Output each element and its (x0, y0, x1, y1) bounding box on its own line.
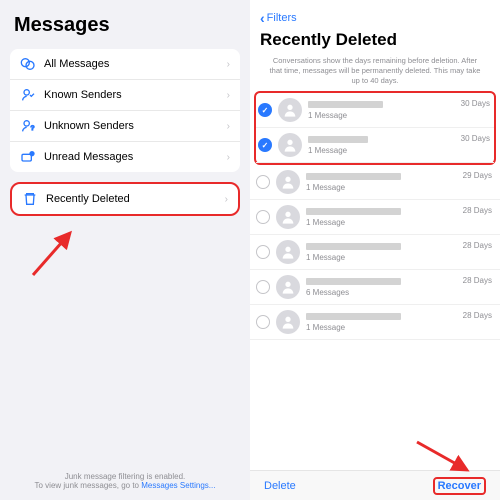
contact-name-redacted (306, 278, 401, 285)
checkbox-unchecked-icon[interactable] (256, 280, 270, 294)
recover-button[interactable]: Recover (433, 477, 486, 495)
checkbox-unchecked-icon[interactable] (256, 175, 270, 189)
chevron-right-icon: › (225, 194, 228, 205)
conversation-row[interactable]: 1 Message 28 Days (250, 200, 500, 235)
chevron-right-icon: › (227, 59, 230, 70)
days-remaining: 28 Days (463, 241, 492, 250)
message-count: 1 Message (306, 183, 463, 192)
avatar (278, 133, 302, 157)
conversation-row[interactable]: 6 Messages 28 Days (250, 270, 500, 305)
checkbox-unchecked-icon[interactable] (256, 315, 270, 329)
filter-label: Known Senders (44, 89, 227, 101)
days-remaining: 28 Days (463, 276, 492, 285)
contact-name-redacted (306, 173, 401, 180)
contact-name-redacted (306, 208, 401, 215)
svg-text:?: ? (31, 125, 35, 132)
recently-deleted-panel: ‹ Filters Recently Deleted Conversations… (250, 0, 500, 500)
page-title: Recently Deleted (250, 26, 500, 56)
conversation-row[interactable]: 1 Message 28 Days (250, 235, 500, 270)
checkbox-checked-icon[interactable] (258, 103, 272, 117)
avatar (278, 98, 302, 122)
filter-unknown-senders[interactable]: ? Unknown Senders › (10, 111, 240, 142)
filter-recently-deleted[interactable]: Recently Deleted › (12, 184, 238, 214)
chevron-right-icon: › (227, 121, 230, 132)
avatar (276, 275, 300, 299)
delete-button[interactable]: Delete (264, 480, 296, 492)
contact-name-redacted (306, 313, 401, 320)
unread-badge-icon (20, 149, 36, 165)
conversation-row[interactable]: 1 Message 28 Days (250, 305, 500, 340)
filter-label: Recently Deleted (46, 193, 225, 205)
annotation-arrow-icon (28, 225, 88, 285)
chevron-right-icon: › (227, 152, 230, 163)
conversation-row[interactable]: 1 Message 30 Days (256, 128, 494, 163)
filters-list: All Messages › Known Senders › ? Unknown… (10, 49, 240, 172)
filter-label: Unread Messages (44, 151, 227, 163)
checkbox-unchecked-icon[interactable] (256, 245, 270, 259)
message-count: 1 Message (306, 323, 463, 332)
person-question-icon: ? (20, 118, 36, 134)
trash-icon (22, 191, 38, 207)
highlighted-selection: 1 Message 30 Days 1 Message 30 Days (254, 91, 496, 165)
contact-name-redacted (308, 101, 383, 108)
message-count: 1 Message (308, 146, 461, 155)
messages-filters-panel: Messages All Messages › Known Senders › … (0, 0, 250, 500)
person-check-icon (20, 87, 36, 103)
recently-deleted-card: Recently Deleted › (10, 182, 240, 216)
back-button[interactable]: ‹ Filters (250, 0, 500, 26)
filter-label: Unknown Senders (44, 120, 227, 132)
chevron-right-icon: › (227, 90, 230, 101)
checkbox-unchecked-icon[interactable] (256, 210, 270, 224)
description-text: Conversations show the days remaining be… (250, 56, 500, 91)
filter-known-senders[interactable]: Known Senders › (10, 80, 240, 111)
message-count: 1 Message (308, 111, 461, 120)
avatar (276, 170, 300, 194)
days-remaining: 28 Days (463, 206, 492, 215)
conversation-row[interactable]: 1 Message 30 Days (256, 93, 494, 128)
chat-bubble-icon (20, 56, 36, 72)
days-remaining: 30 Days (461, 134, 490, 143)
checkbox-checked-icon[interactable] (258, 138, 272, 152)
filter-all-messages[interactable]: All Messages › (10, 49, 240, 80)
page-title: Messages (10, 8, 240, 49)
avatar (276, 310, 300, 334)
message-count: 1 Message (306, 218, 463, 227)
filter-unread-messages[interactable]: Unread Messages › (10, 142, 240, 172)
avatar (276, 205, 300, 229)
conversation-row[interactable]: 1 Message 29 Days (250, 165, 500, 200)
footer-note: Junk message filtering is enabled. To vi… (0, 472, 250, 490)
contact-name-redacted (308, 136, 368, 143)
days-remaining: 29 Days (463, 171, 492, 180)
message-count: 6 Messages (306, 288, 463, 297)
avatar (276, 240, 300, 264)
bottom-toolbar: Delete Recover (250, 470, 500, 500)
days-remaining: 28 Days (463, 311, 492, 320)
days-remaining: 30 Days (461, 99, 490, 108)
conversation-list: 1 Message 30 Days 1 Message 30 Days (250, 91, 500, 340)
contact-name-redacted (306, 243, 401, 250)
chevron-left-icon: ‹ (260, 10, 265, 26)
message-count: 1 Message (306, 253, 463, 262)
messages-settings-link[interactable]: Messages Settings... (141, 481, 215, 490)
filter-label: All Messages (44, 58, 227, 70)
